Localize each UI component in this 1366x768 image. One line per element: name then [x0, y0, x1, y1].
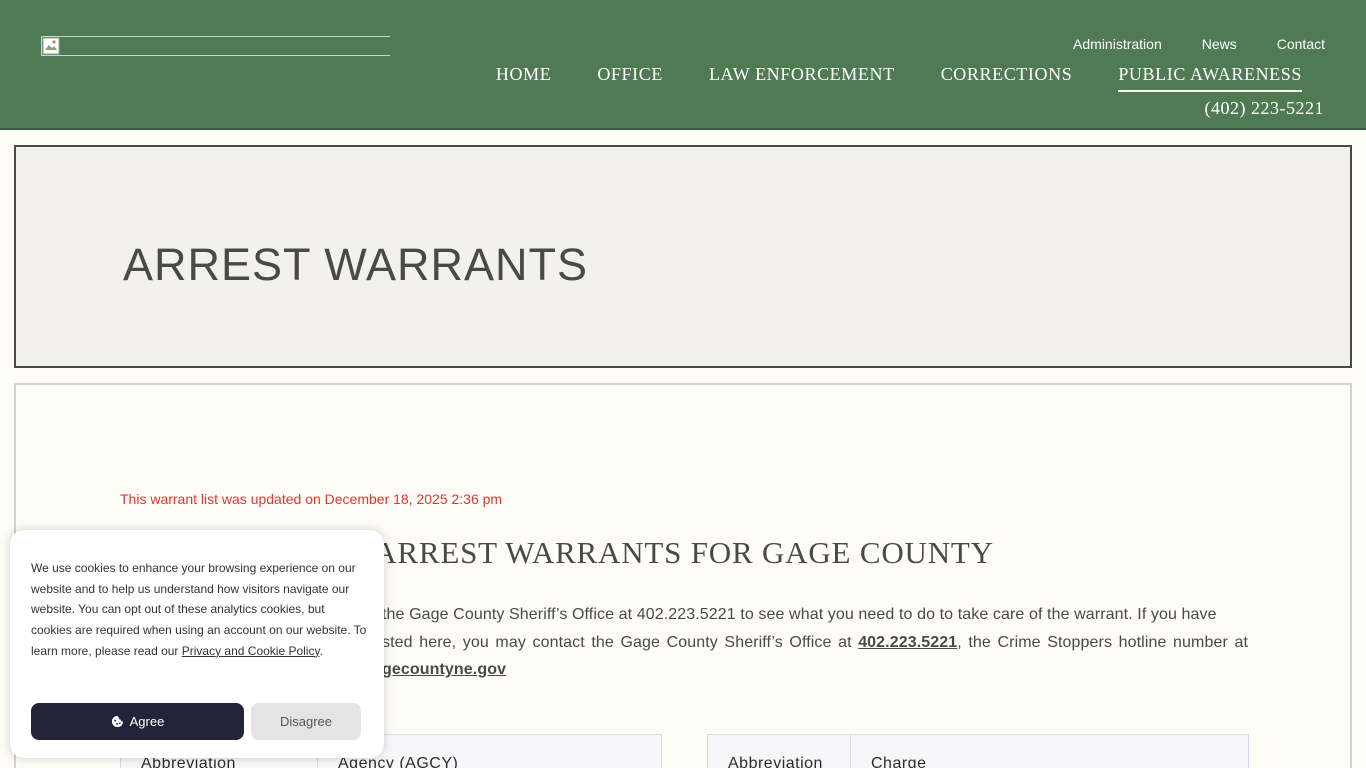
site-logo[interactable] [41, 36, 390, 56]
intro-line-1: the Gage County Sheriff’s Office at 402.… [382, 606, 1217, 623]
nav-news[interactable]: News [1202, 36, 1237, 52]
nav-public-awareness[interactable]: PUBLIC AWARENESS [1118, 62, 1302, 92]
updated-notice: This warrant list was updated on Decembe… [120, 491, 503, 507]
nav-home[interactable]: HOME [496, 62, 551, 92]
charge-table-header: Abbreviation Charge [707, 734, 1249, 768]
nav-contact[interactable]: Contact [1277, 36, 1325, 52]
cookie-icon [111, 715, 123, 728]
nav-law-enforcement[interactable]: LAW ENFORCEMENT [709, 62, 895, 92]
cookie-consent-banner: We use cookies to enhance your browsing … [10, 530, 384, 758]
charge-col-abbreviation: Abbreviation [708, 735, 851, 768]
section-title-text: ARREST WARRANTS FOR GAGE COUNTY [374, 535, 994, 570]
intro-line-3: , the Crime Stoppers hotline number at [957, 633, 1248, 651]
agree-label: Agree [129, 714, 165, 729]
nav-administration[interactable]: Administration [1073, 36, 1162, 52]
intro-email-link[interactable]: gecountyne.gov [382, 661, 506, 678]
nav-corrections[interactable]: CORRECTIONS [941, 62, 1073, 92]
cookie-text: We use cookies to enhance your browsing … [31, 558, 367, 662]
agree-button[interactable]: Agree [31, 703, 244, 740]
intro-line-2: sted here, you may contact the Gage Coun… [382, 633, 859, 651]
privacy-policy-link[interactable]: Privacy and Cookie Policy [182, 644, 320, 658]
page-hero: ARREST WARRANTS [14, 145, 1352, 368]
disagree-button[interactable]: Disagree [251, 703, 361, 740]
site-header: Administration News Contact HOME OFFICE … [0, 0, 1366, 130]
page-title: ARREST WARRANTS [123, 239, 589, 290]
intro-phone-link[interactable]: 402.223.5221 [858, 634, 957, 651]
cookie-text-end: . [319, 643, 323, 658]
broken-image-icon [42, 37, 60, 55]
header-phone[interactable]: (402) 223-5221 [1205, 98, 1324, 119]
nav-office[interactable]: OFFICE [597, 62, 663, 92]
main-nav: HOME OFFICE LAW ENFORCEMENT CORRECTIONS … [496, 62, 1302, 92]
charge-col-charge: Charge [871, 755, 927, 768]
utility-nav: Administration News Contact [1073, 36, 1325, 52]
disagree-label: Disagree [279, 714, 333, 729]
